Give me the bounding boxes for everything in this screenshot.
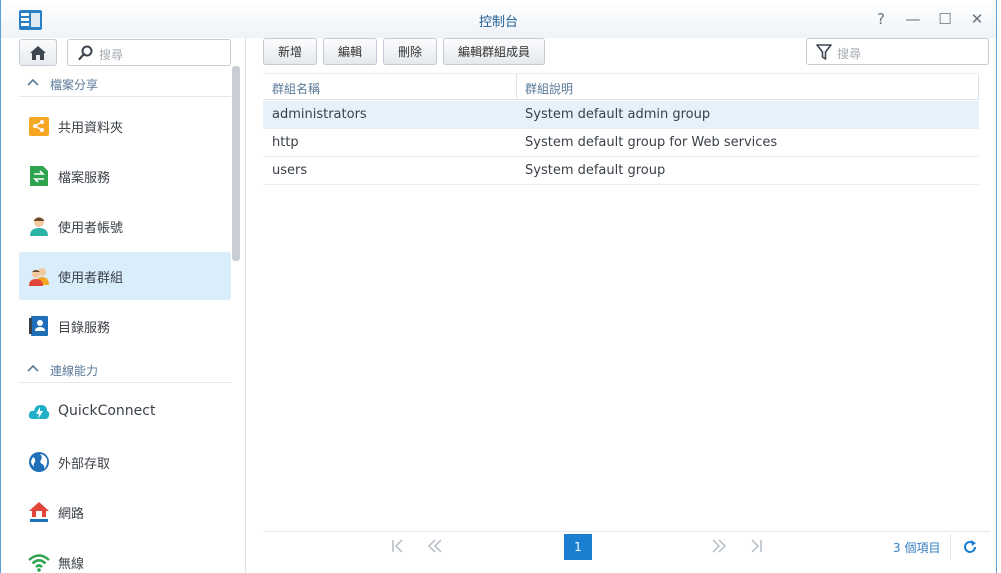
directory-icon <box>29 316 48 336</box>
sidebar-item-label: 使用者帳號 <box>58 221 124 236</box>
window-title: 控制台 <box>478 15 518 30</box>
group-name-cell: http <box>272 135 299 150</box>
filter-placeholder: 搜尋 <box>837 47 862 61</box>
first-page-icon[interactable] <box>391 539 405 553</box>
group-description-cell: System default admin group <box>525 107 711 122</box>
pagination-bar: 1 3 個項目 <box>263 531 990 561</box>
sidebar-item-label: 檔案服務 <box>58 171 111 186</box>
section-header-label: 檔案分享 <box>50 78 99 92</box>
sidebar-item-group[interactable]: 使用者群組 <box>19 252 231 300</box>
close-button[interactable]: ✕ <box>967 9 987 29</box>
table-row[interactable]: administrators System default admin grou… <box>263 101 979 129</box>
minimize-button[interactable]: — <box>903 9 923 29</box>
help-button[interactable]: ? <box>871 9 891 29</box>
sidebar-item-label: 無線 <box>58 557 85 572</box>
external-access-icon <box>29 452 49 472</box>
sidebar-search-placeholder: 搜尋 <box>99 48 124 62</box>
sidebar-item-directory[interactable]: 目錄服務 <box>19 302 231 350</box>
file-services-icon <box>30 166 48 186</box>
sidebar-item-label: 使用者群組 <box>58 271 124 286</box>
previous-page-icon[interactable] <box>427 539 443 553</box>
current-page-button[interactable]: 1 <box>564 534 592 560</box>
last-page-icon[interactable] <box>749 539 763 553</box>
sidebar-item-label: 目錄服務 <box>58 321 111 336</box>
filter-icon <box>816 44 832 60</box>
wireless-icon <box>28 554 50 572</box>
sidebar-item-label: 網路 <box>58 507 85 522</box>
table-row[interactable]: users System default group <box>263 157 979 185</box>
maximize-button[interactable]: ☐ <box>935 9 955 29</box>
sidebar-item-label: 外部存取 <box>58 457 111 472</box>
sidebar-item-user[interactable]: 使用者帳號 <box>19 202 231 250</box>
sidebar-divider <box>245 38 246 573</box>
next-page-icon[interactable] <box>711 539 727 553</box>
filter-search-input[interactable]: 搜尋 <box>806 38 989 65</box>
sidebar: 搜尋 檔案分享 共用資料夾 檔案服務 使用者帳號 使用者群組 目錄服務 連線能力… <box>1 38 245 573</box>
group-name-cell: administrators <box>272 107 367 122</box>
quickconnect-icon <box>28 405 50 419</box>
pager-separator <box>950 534 951 560</box>
group-name-cell: users <box>272 163 308 178</box>
item-count: 3 個項目 <box>893 541 941 555</box>
sidebar-item-label: QuickConnect <box>58 403 156 419</box>
network-icon <box>29 502 49 522</box>
search-icon <box>78 45 93 61</box>
user-icon <box>30 217 48 236</box>
sidebar-item-external-access[interactable]: 外部存取 <box>19 438 231 486</box>
table-row[interactable]: http System default group for Web servic… <box>263 129 979 157</box>
main-panel: 新增 編輯 刪除 編輯群組成員 搜尋 群組名稱 群組說明 administrat… <box>263 38 990 573</box>
sidebar-scrollbar[interactable] <box>232 66 240 261</box>
title-bar[interactable]: 控制台 ? — ☐ ✕ <box>1 0 996 38</box>
section-header-file-sharing[interactable]: 檔案分享 <box>19 69 231 97</box>
shared-folder-icon <box>29 117 49 136</box>
edit-members-button[interactable]: 編輯群組成員 <box>443 38 545 65</box>
group-description-cell: System default group <box>525 163 666 178</box>
group-icon <box>29 268 49 286</box>
sidebar-item-quickconnect[interactable]: QuickConnect <box>19 388 231 436</box>
sidebar-item-wireless[interactable]: 無線 <box>19 538 231 573</box>
sidebar-search-input[interactable]: 搜尋 <box>67 39 231 66</box>
sidebar-item-label: 共用資料夾 <box>58 121 124 136</box>
sidebar-item-shared-folder[interactable]: 共用資料夾 <box>19 102 231 150</box>
control-panel-window: 控制台 ? — ☐ ✕ 搜尋 檔案分享 共用資料夾 檔案服務 使用者帳號 使用者… <box>0 0 997 573</box>
column-header-description[interactable]: 群組說明 <box>516 74 976 100</box>
sidebar-item-network[interactable]: 網路 <box>19 488 231 536</box>
delete-button[interactable]: 刪除 <box>383 38 437 65</box>
refresh-icon[interactable] <box>963 540 977 554</box>
grid-header: 群組名稱 群組說明 <box>263 73 979 100</box>
chevron-up-icon <box>27 78 39 86</box>
home-icon <box>30 45 46 60</box>
column-separator[interactable] <box>978 74 979 100</box>
edit-button[interactable]: 編輯 <box>323 38 377 65</box>
chevron-up-icon <box>27 364 39 372</box>
column-header-group-name[interactable]: 群組名稱 <box>263 74 516 100</box>
sidebar-item-file-services[interactable]: 檔案服務 <box>19 152 231 200</box>
section-header-label: 連線能力 <box>50 364 99 378</box>
group-description-cell: System default group for Web services <box>525 135 778 150</box>
section-header-connectivity[interactable]: 連線能力 <box>19 355 231 383</box>
create-button[interactable]: 新增 <box>263 38 317 65</box>
home-button[interactable] <box>19 39 57 66</box>
